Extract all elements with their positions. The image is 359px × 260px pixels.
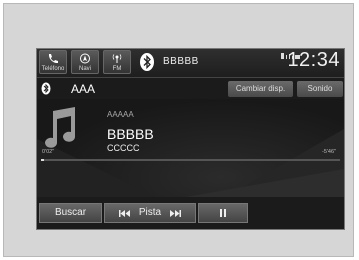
bluetooth-source-button[interactable] [138,51,156,73]
bluetooth-icon [41,82,51,95]
clock: 12:34 [287,49,340,71]
audio-screen: Teléfono Navi FM BBBBB 12:34 AAA Cambiar… [36,48,345,230]
pause-button[interactable] [198,203,248,223]
track-label: Pista [138,207,162,218]
tab-telefono-label: Teléfono [41,66,65,72]
remaining-time: -5'46" [321,149,336,155]
change-display-button[interactable]: Cambiar disp. [228,81,293,97]
skip-back-icon[interactable] [118,209,130,217]
bluetooth-icon [140,53,154,71]
source-bar: AAA Cambiar disp. Sonido [37,79,344,99]
album-title: CCCCC [107,143,140,153]
source-name: BBBBB [163,56,199,67]
navi-icon [80,53,90,64]
screenshot-frame: Teléfono Navi FM BBBBB 12:34 AAA Cambiar… [3,3,354,257]
tab-navi[interactable]: Navi [71,50,99,74]
top-bar: Teléfono Navi FM BBBBB 12:34 [37,49,344,78]
track-control: Pista [104,203,196,223]
elapsed-time: 0'02" [42,149,55,155]
background-decoration [37,129,344,197]
artist-name: AAAAA [107,110,134,119]
search-button[interactable]: Buscar [39,203,102,223]
sound-button[interactable]: Sonido [297,81,343,97]
skip-forward-icon[interactable] [170,209,182,217]
fm-icon [112,54,122,63]
control-bar: Buscar Pista [37,203,344,225]
tab-fm-label: FM [112,66,122,72]
tab-navi-label: Navi [78,66,91,72]
progress-bar[interactable] [41,159,340,161]
tab-telefono[interactable]: Teléfono [39,50,67,74]
music-note-icon [45,107,75,148]
album-name: AAA [71,82,96,96]
pause-icon [220,209,226,217]
track-title: BBBBB [107,126,154,142]
tab-fm[interactable]: FM [103,50,131,74]
now-playing-panel: AAAAA BBBBB CCCCC 0'02" -5'46" [37,99,344,197]
progress-fill [41,159,44,161]
phone-icon [48,54,58,64]
